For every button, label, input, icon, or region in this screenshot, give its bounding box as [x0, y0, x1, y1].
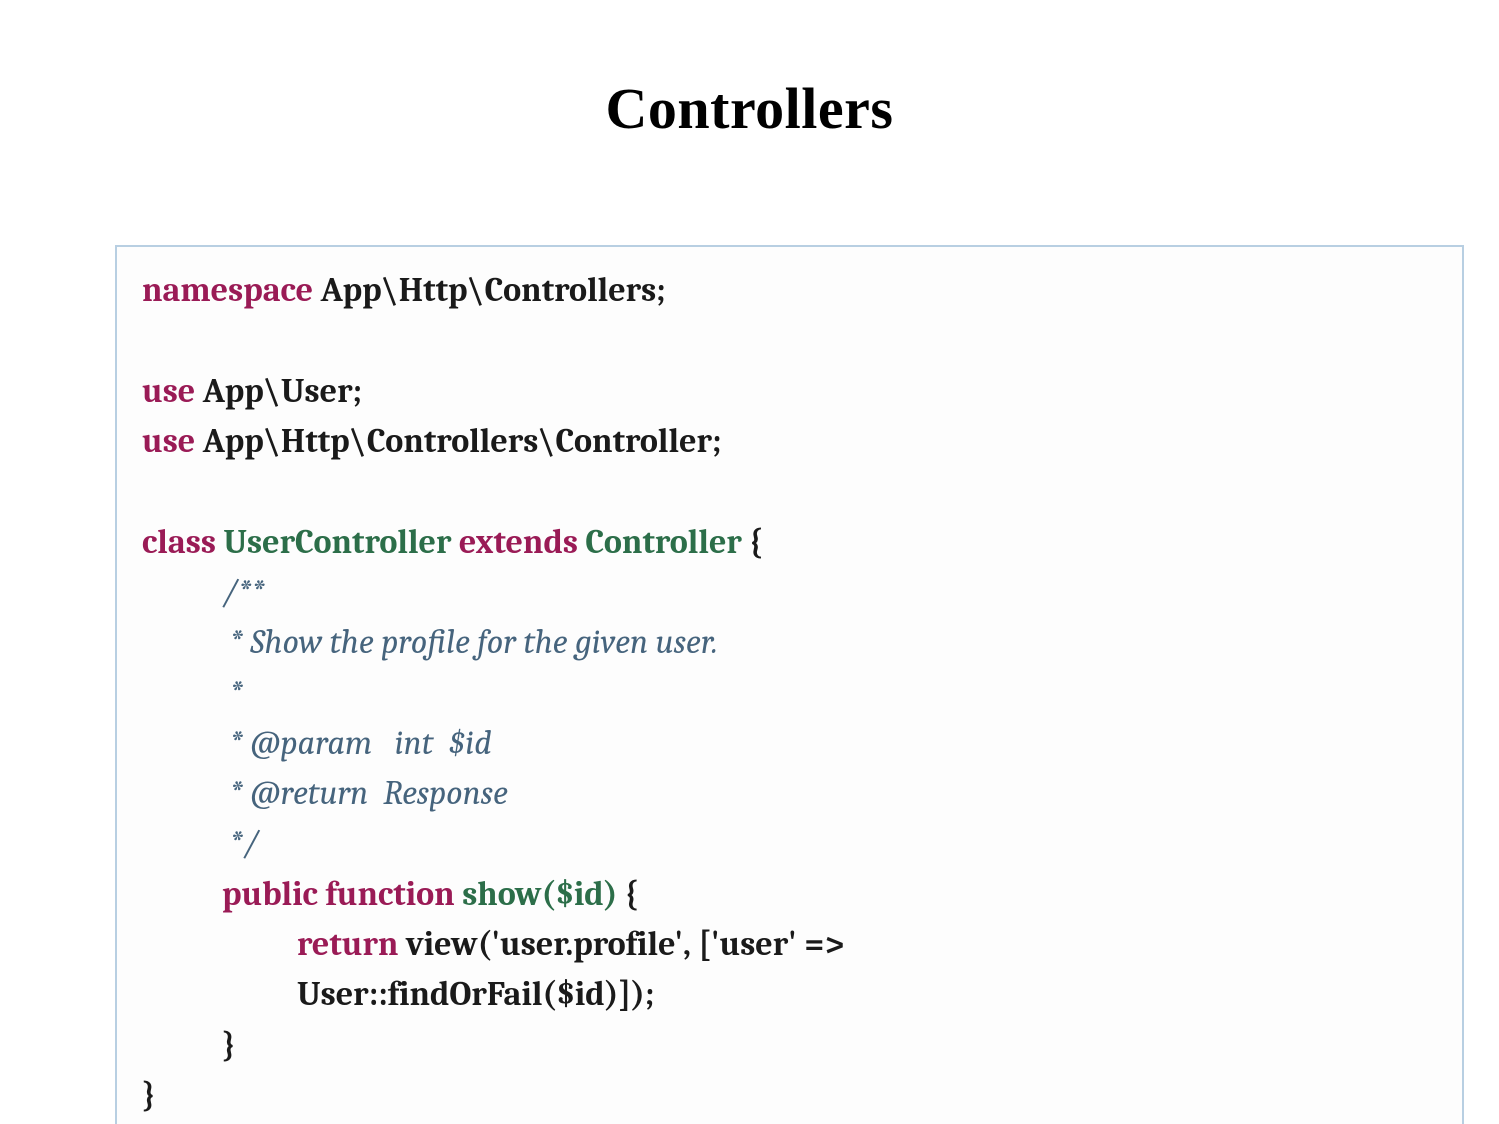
code-text: App\Http\Controllers\Controller;: [195, 421, 721, 461]
class-name: Controller: [578, 522, 749, 562]
brace: {: [625, 874, 638, 914]
slide: Controllers namespace App\Http\Controlle…: [0, 75, 1499, 1124]
class-name: UserController: [216, 522, 459, 562]
kw-function: function: [325, 874, 454, 914]
comment-line: */: [222, 823, 259, 863]
code-box: namespace App\Http\Controllers; use App\…: [115, 245, 1464, 1124]
function-name: show($id): [455, 874, 625, 914]
brace: }: [142, 1075, 155, 1115]
comment-line: * @return Response: [222, 773, 508, 813]
code-text: view('user.profile', ['user' =>: [398, 924, 844, 964]
code-content: namespace App\Http\Controllers; use App\…: [142, 265, 1437, 1120]
comment-line: *: [222, 673, 243, 713]
kw-public: public: [222, 874, 318, 914]
comment-line: * @param int $id: [222, 723, 492, 763]
kw-class: class: [142, 522, 216, 562]
brace: {: [749, 522, 762, 562]
slide-title: Controllers: [0, 75, 1499, 142]
kw-use: use: [142, 421, 195, 461]
comment-line: /**: [222, 572, 265, 612]
comment-line: * Show the profile for the given user.: [222, 622, 718, 662]
kw-namespace: namespace: [142, 270, 313, 310]
code-text: App\User;: [195, 371, 362, 411]
kw-extends: extends: [459, 522, 578, 562]
kw-use: use: [142, 371, 195, 411]
code-text: User::findOrFail($id)]);: [297, 974, 654, 1014]
brace: }: [222, 1025, 235, 1065]
kw-return: return: [297, 924, 398, 964]
code-text: App\Http\Controllers;: [313, 270, 666, 310]
